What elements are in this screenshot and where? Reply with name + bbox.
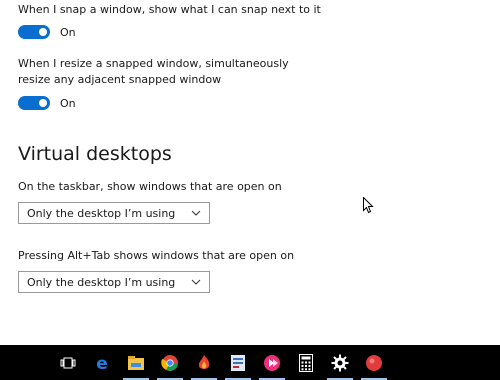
- toggle-knob: [39, 28, 47, 36]
- snap-option2-toggle[interactable]: [18, 96, 50, 110]
- recorder-icon[interactable]: [357, 345, 391, 380]
- app-pink-arrow-icon[interactable]: [255, 345, 289, 380]
- chrome-icon[interactable]: [153, 345, 187, 380]
- mouse-pointer-icon: [363, 197, 374, 214]
- snap-option2-text: When I resize a snapped window, simultan…: [18, 57, 289, 86]
- multitasking-settings-panel: When I snap a window, show what I can sn…: [0, 0, 500, 345]
- snap-option1-state: On: [60, 25, 76, 39]
- edge-icon[interactable]: e: [85, 345, 119, 380]
- snap-option1-toggle[interactable]: [18, 25, 50, 39]
- snap-option1-toggle-row[interactable]: On: [18, 24, 76, 40]
- settings-gear-icon[interactable]: [323, 345, 357, 380]
- taskbar-windows-dropdown[interactable]: Only the desktop I’m using: [18, 202, 210, 224]
- svg-text:e: e: [96, 354, 108, 372]
- section-title-virtual-desktops: Virtual desktops: [18, 143, 172, 165]
- task-view-icon[interactable]: [51, 345, 85, 380]
- toggle-knob: [39, 99, 47, 107]
- alttab-windows-dropdown[interactable]: Only the desktop I’m using: [18, 271, 210, 293]
- taskbar-windows-label: On the taskbar, show windows that are op…: [18, 180, 282, 193]
- app-red-flame-icon[interactable]: [187, 345, 221, 380]
- chevron-down-icon: [191, 279, 201, 285]
- taskbar: e: [0, 345, 500, 380]
- taskbar-windows-dropdown-value: Only the desktop I’m using: [27, 206, 176, 220]
- app-document-icon[interactable]: [221, 345, 255, 380]
- alttab-windows-label: Pressing Alt+Tab shows windows that are …: [18, 249, 295, 262]
- chevron-down-icon: [191, 210, 201, 216]
- snap-option2-toggle-row[interactable]: On: [18, 95, 76, 111]
- file-explorer-icon[interactable]: [119, 345, 153, 380]
- calculator-icon[interactable]: [289, 345, 323, 380]
- settings-page: When I snap a window, show what I can sn…: [0, 0, 500, 380]
- snap-option2-state: On: [60, 96, 76, 110]
- alttab-windows-dropdown-value: Only the desktop I’m using: [27, 275, 176, 289]
- snap-option1-text: When I snap a window, show what I can sn…: [18, 3, 321, 16]
